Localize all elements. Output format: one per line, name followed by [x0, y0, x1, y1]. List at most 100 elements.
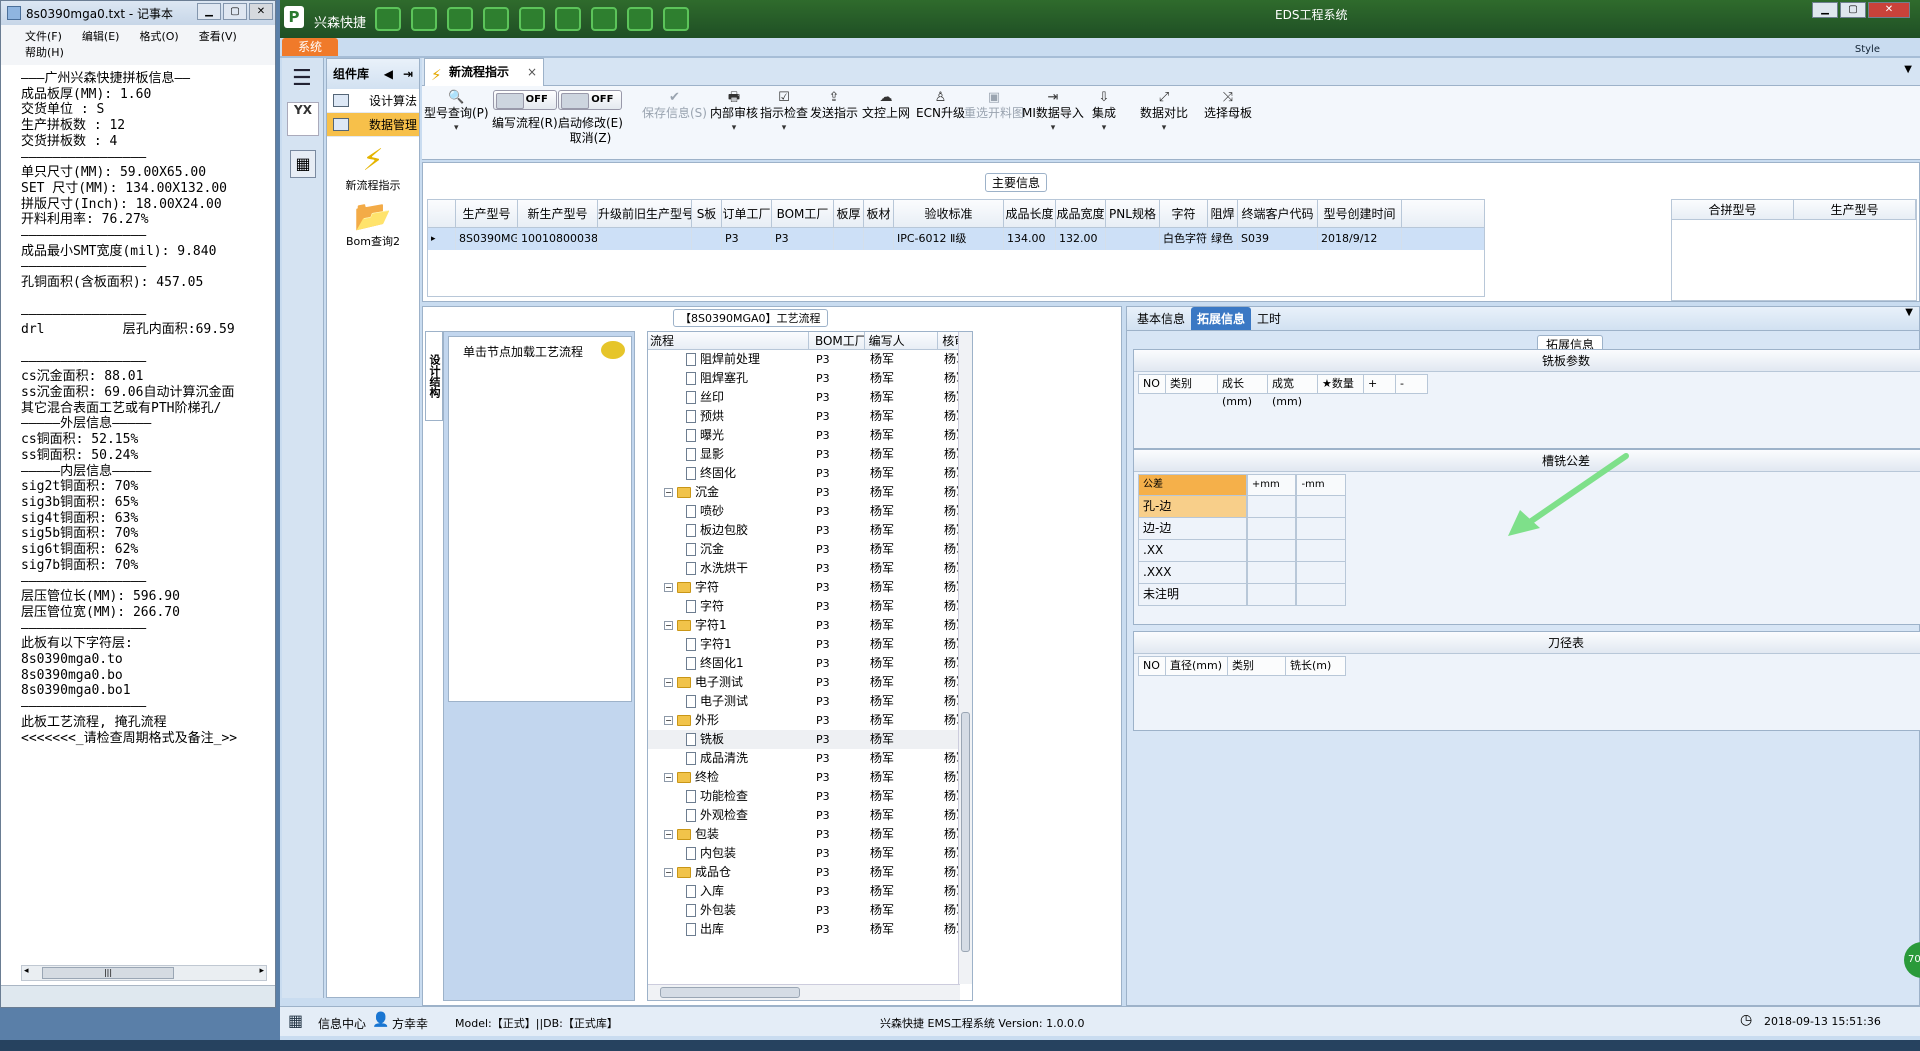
toolbar-button-2[interactable]: OFF 启动修改(E) 取消(Z) [558, 90, 623, 146]
scroll-right-icon[interactable]: ▸ [259, 966, 264, 976]
table-cell[interactable] [1106, 228, 1160, 250]
col-header[interactable]: 生产型号 [456, 200, 518, 227]
col-header[interactable]: 板材 [864, 200, 894, 227]
table-cell[interactable]: 132.00 [1056, 228, 1106, 250]
toolbar-button-8[interactable]: ♙ ECN升级 [916, 90, 965, 121]
tolerance-row[interactable]: 孔-边 [1138, 496, 1347, 518]
tool-new-flow[interactable]: ⚡ 新流程指示 [327, 145, 419, 193]
tree-row[interactable]: 曝光 P3 杨军 杨军 [648, 426, 972, 445]
tree-row[interactable]: − 包装 P3 杨军 杨军 [648, 825, 972, 844]
notepad-text-area[interactable]: ———广州兴森快捷拼板信息—— 成品板厚(MM): 1.60 交货单位 : S … [1, 71, 275, 961]
tolerance-input[interactable] [1296, 540, 1347, 562]
table-cell[interactable] [834, 228, 864, 250]
tree-row[interactable]: − 字符1 P3 杨军 杨军 [648, 616, 972, 635]
table-cell[interactable]: IPC-6012 Ⅱ级 [894, 228, 1004, 250]
tree-row[interactable]: 显影 P3 杨军 杨军 [648, 445, 972, 464]
col-header[interactable]: ★数量 [1318, 374, 1364, 394]
vertical-scrollbar[interactable] [958, 332, 972, 984]
tree-row[interactable]: 终固化1 P3 杨军 杨军 [648, 654, 972, 673]
table-cell[interactable]: S039 [1238, 228, 1318, 250]
tree-row[interactable]: 终固化 P3 杨军 杨军 [648, 464, 972, 483]
tolerance-input[interactable] [1246, 562, 1297, 584]
menu-icon[interactable]: ☰ [292, 66, 312, 91]
table-cell[interactable]: 2018/9/12 [1318, 228, 1402, 250]
col-header[interactable]: 成长(mm) [1218, 374, 1268, 408]
lib-item-design-algorithm[interactable]: 设计算法 [327, 89, 419, 113]
chevron-down-icon[interactable]: ▾ [1022, 121, 1084, 136]
col-flow[interactable]: 流程 [648, 332, 809, 349]
tree-row[interactable]: 入库 P3 杨军 杨军 [648, 882, 972, 901]
toolbar-button-6[interactable]: ⇪ 发送指示 [810, 90, 858, 121]
info-center[interactable]: 信息中心 [318, 1015, 366, 1032]
tolerance-input[interactable] [1296, 584, 1347, 606]
globe-icon[interactable] [411, 7, 437, 31]
collapse-icon[interactable]: − [664, 716, 673, 725]
col-header[interactable]: 验收标准 [894, 200, 1004, 227]
table-cell[interactable]: 10010800038921 [518, 228, 598, 250]
off-toggle[interactable]: OFF [558, 90, 623, 110]
tolerance-row[interactable]: 边-边 [1138, 518, 1347, 540]
col-header[interactable]: 新生产型号 [518, 200, 598, 227]
tree-row[interactable]: 内包装 P3 杨军 杨军 [648, 844, 972, 863]
collapse-icon[interactable]: − [664, 621, 673, 630]
toolbar-button-10[interactable]: ⇥ MI数据导入 ▾ [1022, 90, 1084, 136]
tolerance-row[interactable]: 未注明 [1138, 584, 1347, 606]
maximize-button[interactable]: ▢ [223, 3, 247, 20]
tolerance-input[interactable] [1246, 584, 1297, 606]
tolerance-input[interactable] [1296, 496, 1347, 518]
table-cell[interactable]: 绿色 [1208, 228, 1238, 250]
col-header[interactable]: 升级前旧生产型号 [598, 200, 692, 227]
toolbar-button-4[interactable]: 🖶 内部审核 ▾ [710, 90, 758, 136]
collapse-icon[interactable]: ◀ [384, 59, 393, 89]
tree-row[interactable]: 丝印 P3 杨军 杨军 [648, 388, 972, 407]
table-cell[interactable]: P3 [722, 228, 772, 250]
row-marker-icon[interactable]: ▸ [428, 228, 456, 250]
toolbar-button-5[interactable]: ☑ 指示检查 ▾ [760, 90, 808, 136]
col-header[interactable]: NO [1138, 374, 1166, 394]
tolerance-input[interactable] [1296, 518, 1347, 540]
tree-row[interactable]: 板边包胶 P3 杨军 杨军 [648, 521, 972, 540]
col-bom-factory[interactable]: BOM工厂 [809, 332, 865, 349]
collapse-icon[interactable]: − [664, 678, 673, 687]
tree-row[interactable]: 外观检查 P3 杨军 杨军 [648, 806, 972, 825]
menu-edit[interactable]: 编辑(E) [82, 29, 120, 45]
table-cell[interactable]: 8S0390MGA0 [456, 228, 518, 250]
table-row[interactable]: ▸8S0390MGA010010800038921 P3P3 IPC-6012 Ⅱ级… [428, 228, 1484, 250]
table-cell[interactable]: 134.00 [1004, 228, 1056, 250]
tree-row[interactable]: 喷砂 P3 杨军 杨军 [648, 502, 972, 521]
toolbar-button-13[interactable]: ⤨ 选择母板 [1204, 90, 1252, 121]
collapse-icon[interactable]: − [664, 868, 673, 877]
tab-design-structure[interactable]: 设计结构 [425, 331, 443, 421]
tool-bom-query[interactable]: 📂 Bom查询2 [327, 201, 419, 249]
app-close-button[interactable]: ✕ [1868, 2, 1910, 18]
col-header[interactable]: 成宽(mm) [1268, 374, 1318, 408]
tolerance-row[interactable]: .XX [1138, 540, 1347, 562]
app-minimize-button[interactable]: ▁ [1812, 2, 1838, 18]
tree-row[interactable]: 预烘 P3 杨军 杨军 [648, 407, 972, 426]
tab-work-hours[interactable]: 工时 [1251, 307, 1287, 330]
scroll-thumb[interactable] [660, 987, 800, 998]
tree-row[interactable]: 外包装 P3 杨军 杨军 [648, 901, 972, 920]
col-header[interactable]: 类别 [1166, 374, 1218, 394]
menu-help[interactable]: 帮助(H) [25, 45, 64, 61]
pin-icon[interactable]: ⇥ [403, 59, 413, 89]
tree-row[interactable]: 沉金 P3 杨军 杨军 [648, 540, 972, 559]
tree-row[interactable]: 水洗烘干 P3 杨军 杨军 [648, 559, 972, 578]
collapse-icon[interactable]: − [664, 830, 673, 839]
col-header[interactable]: PNL规格 [1106, 200, 1160, 227]
chevron-down-icon[interactable]: ▾ [710, 121, 758, 136]
menu-view[interactable]: 查看(V) [199, 29, 237, 45]
lib-item-data-management[interactable]: 数据管理 [327, 113, 419, 137]
col-header[interactable]: 终端客户代码 [1238, 200, 1318, 227]
col-merge-model[interactable]: 合拼型号 [1672, 200, 1794, 219]
tolerance-row[interactable]: .XXX [1138, 562, 1347, 584]
col-header[interactable]: 类别 [1228, 656, 1286, 676]
col-header[interactable]: 订单工厂 [722, 200, 772, 227]
col-production-model[interactable]: 生产型号 [1794, 200, 1916, 219]
system-tab[interactable]: 系统 [282, 38, 338, 56]
load-flow-box[interactable]: 单击节点加载工艺流程 [448, 336, 632, 702]
chart-icon[interactable] [663, 7, 689, 31]
col-header[interactable]: 型号创建时间 [1318, 200, 1402, 227]
col-header[interactable]: S板 [692, 200, 722, 227]
menu-format[interactable]: 格式(O) [139, 29, 178, 45]
